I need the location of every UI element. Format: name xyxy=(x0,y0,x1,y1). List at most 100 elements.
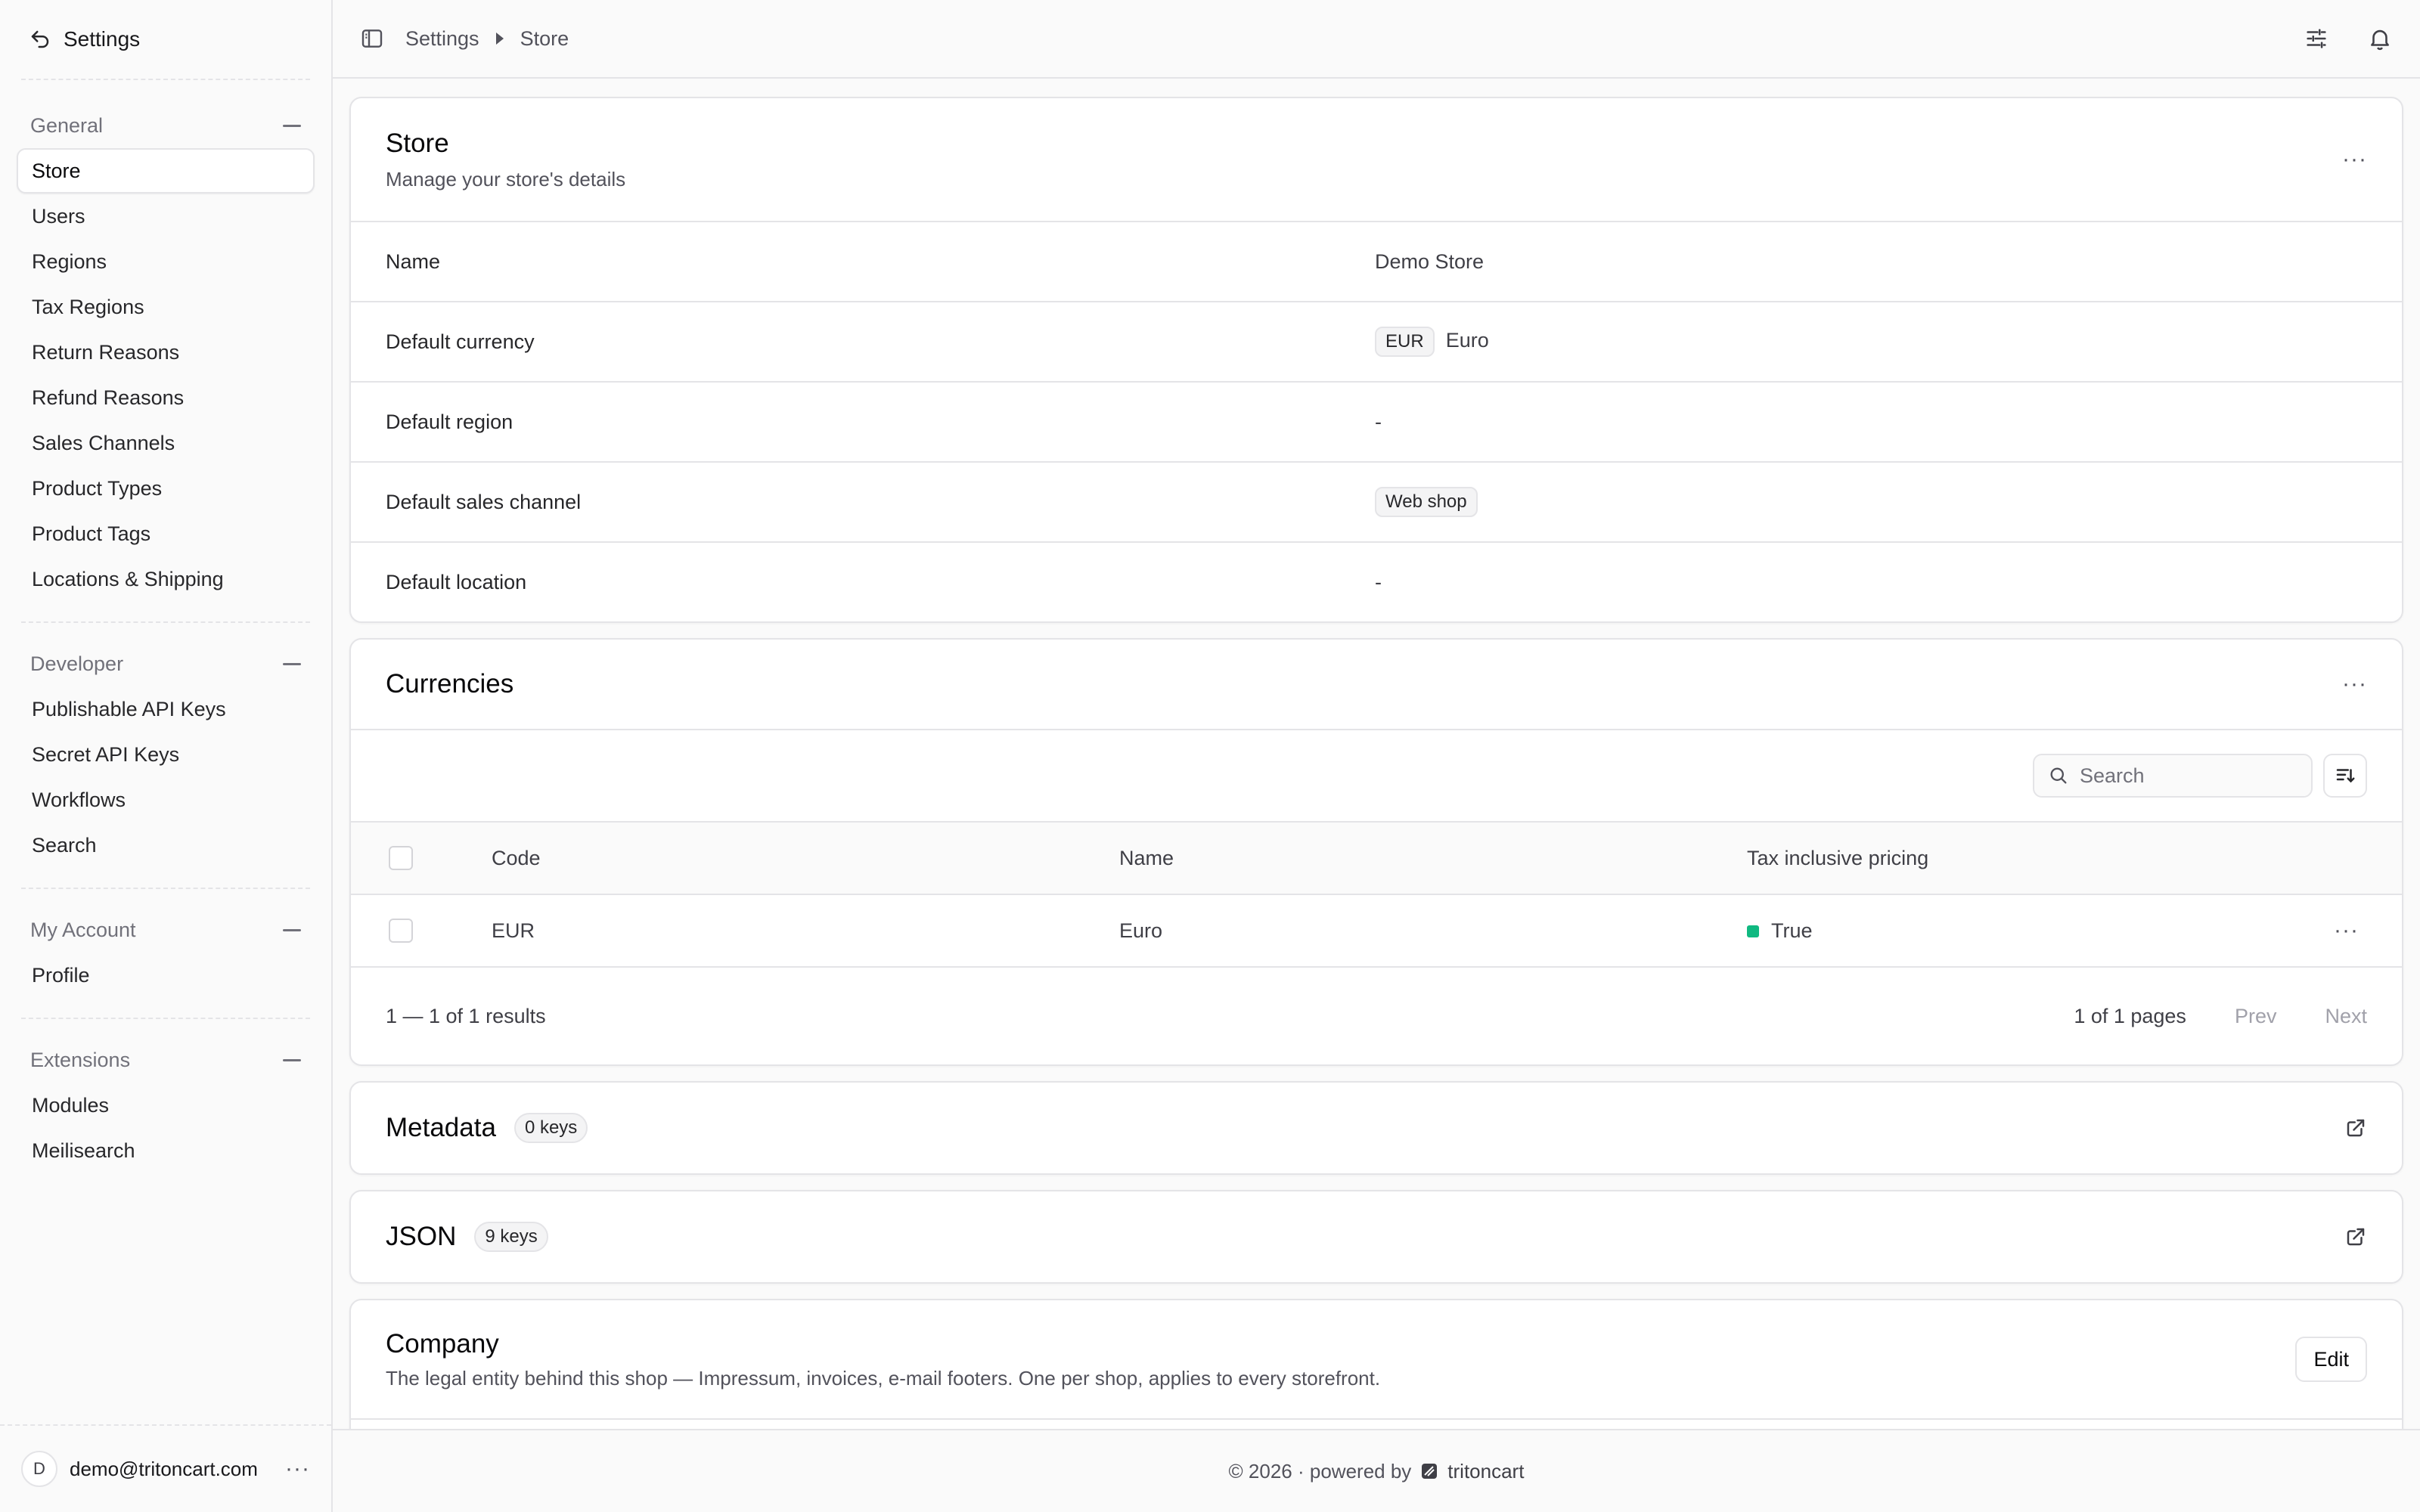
edit-company-button[interactable]: Edit xyxy=(2295,1337,2367,1382)
sidebar-item-sales-channels[interactable]: Sales Channels xyxy=(17,420,315,466)
search-icon xyxy=(2050,767,2067,784)
results-count: 1 — 1 of 1 results xyxy=(386,1004,546,1027)
json-card: JSON 9 keys xyxy=(349,1190,2403,1284)
section-label: Developer xyxy=(30,652,124,675)
row-label: Default currency xyxy=(386,330,535,353)
sort-button[interactable] xyxy=(2323,754,2367,798)
section-label: General xyxy=(30,113,104,137)
store-row-default-region: Default region - xyxy=(351,381,2402,461)
back-arrow-icon xyxy=(31,30,49,48)
section-toggle-my-account[interactable]: My Account xyxy=(17,907,315,953)
user-menu[interactable]: D demo@tritoncart.com ··· xyxy=(0,1424,331,1512)
topbar-actions xyxy=(2304,26,2393,51)
status-dot-icon xyxy=(1747,925,1759,938)
sidebar-item-workflows[interactable]: Workflows xyxy=(17,777,315,823)
row-value: - xyxy=(1375,410,1382,433)
footer-brand[interactable]: tritoncart xyxy=(1447,1460,1524,1483)
sidebar-title: Settings xyxy=(64,27,141,51)
table-row[interactable]: EUR Euro True ··· xyxy=(351,894,2402,966)
sort-icon xyxy=(2336,769,2355,783)
sidebar-item-return-reasons[interactable]: Return Reasons xyxy=(17,330,315,375)
next-button[interactable]: Next xyxy=(2325,1005,2367,1028)
prev-button[interactable]: Prev xyxy=(2235,1005,2277,1028)
pagination: 1 — 1 of 1 results 1 of 1 pages Prev Nex… xyxy=(351,966,2402,1064)
currencies-toolbar: Search xyxy=(351,729,2402,821)
user-email: demo@tritoncart.com xyxy=(70,1457,258,1480)
sales-channel-badge[interactable]: Web shop xyxy=(1375,487,1478,517)
section-toggle-extensions[interactable]: Extensions xyxy=(17,1037,315,1083)
settings-back-header[interactable]: Settings xyxy=(0,0,331,79)
cell-name: Euro xyxy=(1119,919,1163,942)
currencies-title: Currencies xyxy=(386,669,514,699)
sidebar-item-search[interactable]: Search xyxy=(17,823,315,868)
footer: © 2026 · powered by tritoncart xyxy=(333,1429,2420,1512)
breadcrumb-settings[interactable]: Settings xyxy=(405,27,479,51)
store-row-name: Name Demo Store xyxy=(351,221,2402,301)
main-content: Store Manage your store's details ··· Na… xyxy=(349,97,2403,1465)
company-title: Company xyxy=(386,1328,499,1359)
external-link-icon[interactable] xyxy=(2344,1117,2367,1139)
row-label: Default region xyxy=(386,410,513,433)
sliders-icon[interactable] xyxy=(2304,26,2329,51)
sidebar-section-my-account: My Account Profile xyxy=(0,889,331,1018)
store-row-default-location: Default location - xyxy=(351,541,2402,621)
external-link-icon[interactable] xyxy=(2344,1225,2367,1248)
column-header-code[interactable]: Code xyxy=(492,847,1119,870)
json-keys-badge: 9 keys xyxy=(474,1222,548,1252)
chevron-right-icon xyxy=(495,33,504,45)
sidebar-item-refund-reasons[interactable]: Refund Reasons xyxy=(17,375,315,420)
sidebar-item-store[interactable]: Store xyxy=(17,148,315,194)
column-header-tax-inclusive[interactable]: Tax inclusive pricing xyxy=(1747,847,2334,870)
row-value: - xyxy=(1375,570,1382,593)
column-header-name[interactable]: Name xyxy=(1119,847,1747,870)
footer-text: © 2026 · powered by xyxy=(1228,1459,1412,1483)
row-actions-menu-icon[interactable]: ··· xyxy=(2334,918,2402,943)
search-input[interactable]: Search xyxy=(2033,754,2313,798)
sidebar-section-extensions: Extensions Modules Meilisearch xyxy=(0,1019,331,1193)
sidebar-item-product-tags[interactable]: Product Tags xyxy=(17,511,315,556)
currencies-actions-menu-icon[interactable]: ··· xyxy=(2342,671,2367,697)
metadata-card-header: Metadata 0 keys xyxy=(351,1083,2402,1173)
company-card: Company The legal entity behind this sho… xyxy=(349,1299,2403,1450)
store-actions-menu-icon[interactable]: ··· xyxy=(2342,147,2367,172)
bell-icon[interactable] xyxy=(2367,26,2393,51)
company-subtitle: The legal entity behind this shop — Impr… xyxy=(386,1366,1381,1390)
row-value: Euro xyxy=(1445,329,1489,352)
store-row-default-sales-channel: Default sales channel Web shop xyxy=(351,461,2402,541)
select-all-checkbox[interactable] xyxy=(389,846,413,870)
row-label: Default location xyxy=(386,570,527,593)
collapse-icon xyxy=(283,928,301,931)
section-toggle-developer[interactable]: Developer xyxy=(17,641,315,686)
sidebar-toggle-icon[interactable] xyxy=(360,26,384,51)
more-icon[interactable]: ··· xyxy=(285,1456,310,1482)
sidebar-item-locations-shipping[interactable]: Locations & Shipping xyxy=(17,556,315,602)
cell-code: EUR xyxy=(492,919,535,942)
sidebar-item-tax-regions[interactable]: Tax Regions xyxy=(17,284,315,330)
sidebar-item-regions[interactable]: Regions xyxy=(17,239,315,284)
section-label: My Account xyxy=(30,918,136,941)
breadcrumb-store: Store xyxy=(520,26,569,50)
store-row-default-currency: Default currency EUR Euro xyxy=(351,301,2402,381)
sidebar-item-meilisearch[interactable]: Meilisearch xyxy=(17,1128,315,1173)
sidebar: Settings General Store Users Regions Tax… xyxy=(0,0,333,1512)
sidebar-item-profile[interactable]: Profile xyxy=(17,953,315,998)
currencies-card: Currencies ··· Search Code Name Tax incl… xyxy=(349,638,2403,1066)
sidebar-item-modules[interactable]: Modules xyxy=(17,1083,315,1128)
store-subtitle: Manage your store's details xyxy=(386,167,626,191)
row-label: Default sales channel xyxy=(386,490,582,513)
row-checkbox[interactable] xyxy=(389,919,413,943)
section-label: Extensions xyxy=(30,1048,131,1071)
row-label: Name xyxy=(386,249,441,273)
store-card-header: Store Manage your store's details ··· xyxy=(351,98,2402,221)
sidebar-item-users[interactable]: Users xyxy=(17,194,315,239)
sidebar-item-secret-api-keys[interactable]: Secret API Keys xyxy=(17,732,315,777)
sidebar-item-product-types[interactable]: Product Types xyxy=(17,466,315,511)
store-title: Store xyxy=(386,128,449,158)
json-title: JSON xyxy=(386,1222,457,1251)
sidebar-item-publishable-api-keys[interactable]: Publishable API Keys xyxy=(17,686,315,732)
store-card: Store Manage your store's details ··· Na… xyxy=(349,97,2403,623)
collapse-icon xyxy=(283,1058,301,1061)
breadcrumb: Settings Store xyxy=(405,27,569,51)
section-toggle-general[interactable]: General xyxy=(17,103,315,148)
json-card-header: JSON 9 keys xyxy=(351,1191,2402,1282)
